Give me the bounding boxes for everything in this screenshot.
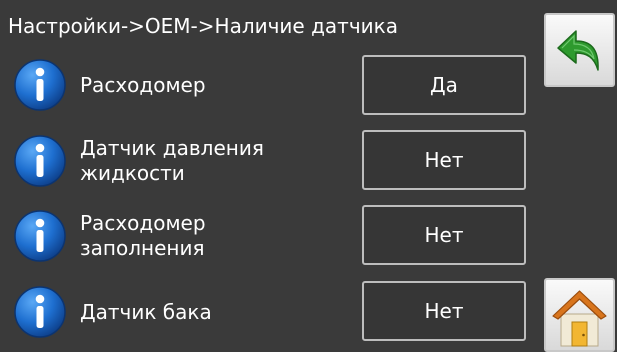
tank-sensor-toggle-button[interactable]: Нет	[362, 281, 526, 341]
screen: Настройки->OEM->Наличие датчика Расходом…	[0, 0, 617, 352]
sensor-label: Датчик бака	[80, 281, 350, 343]
sensor-label: Датчик давления жидкости	[80, 130, 350, 192]
back-button[interactable]	[544, 13, 615, 87]
sensor-label-line: Датчик давления	[80, 136, 264, 160]
info-icon[interactable]	[13, 209, 67, 263]
fill-flowmeter-toggle-button[interactable]: Нет	[362, 205, 526, 265]
info-icon[interactable]	[13, 285, 67, 339]
back-arrow-icon	[557, 30, 599, 71]
sensor-label-line: Датчик бака	[80, 299, 212, 324]
info-icon[interactable]	[13, 58, 67, 112]
page-title: Настройки->OEM->Наличие датчика	[8, 14, 398, 38]
home-icon	[552, 290, 607, 347]
home-button[interactable]	[544, 278, 615, 352]
sensor-label: Расходомер заполнения	[80, 205, 350, 267]
sensor-label-line: Расходомер	[80, 211, 206, 235]
sensor-label-line: заполнения	[80, 236, 205, 260]
sensor-label-line: жидкости	[80, 161, 185, 185]
liquid-pressure-toggle-button[interactable]: Нет	[362, 130, 526, 190]
flowmeter-toggle-button[interactable]: Да	[362, 55, 526, 115]
info-icon[interactable]	[13, 134, 67, 188]
sensor-label: Расходомер	[80, 54, 350, 116]
sensor-label-line: Расходомер	[80, 72, 206, 97]
